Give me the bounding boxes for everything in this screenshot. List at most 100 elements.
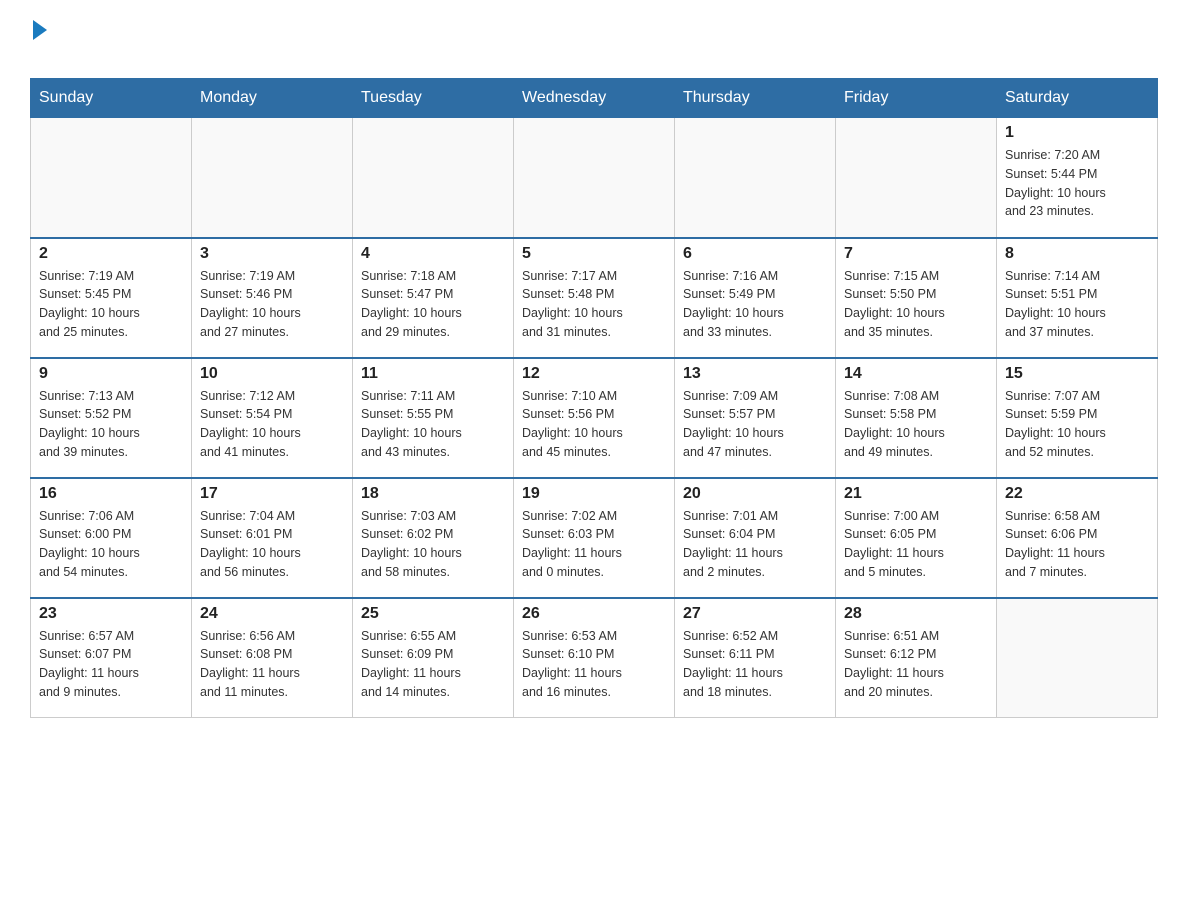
calendar-cell: 28 Sunrise: 6:51 AMSunset: 6:12 PMDayligh… — [836, 598, 997, 718]
calendar-cell: 4 Sunrise: 7:18 AMSunset: 5:47 PMDaylight… — [353, 238, 514, 358]
day-info: Sunrise: 6:58 AMSunset: 6:06 PMDaylight:… — [1005, 507, 1149, 582]
day-info: Sunrise: 7:08 AMSunset: 5:58 PMDaylight:… — [844, 387, 988, 462]
calendar-cell: 2 Sunrise: 7:19 AMSunset: 5:45 PMDaylight… — [31, 238, 192, 358]
day-number: 17 — [200, 485, 344, 503]
calendar-cell — [353, 118, 514, 238]
day-number: 22 — [1005, 485, 1149, 503]
calendar-cell: 11Sunrise: 7:11 AMSunset: 5:55 PMDayligh… — [353, 358, 514, 478]
calendar-cell: 12 Sunrise: 7:10 AMSunset: 5:56 PMDayligh… — [514, 358, 675, 478]
day-info: Sunrise: 7:01 AMSunset: 6:04 PMDaylight:… — [683, 507, 827, 582]
day-info: Sunrise: 7:07 AMSunset: 5:59 PMDaylight:… — [1005, 387, 1149, 462]
day-number: 26 — [522, 605, 666, 623]
weekday-header-row: SundayMondayTuesdayWednesdayThursdayFrid… — [31, 79, 1158, 118]
calendar-cell: 1 Sunrise: 7:20 AMSunset: 5:44 PMDaylight… — [997, 118, 1158, 238]
day-info: Sunrise: 6:52 AMSunset: 6:11 PMDaylight:… — [683, 627, 827, 702]
weekday-header-thursday: Thursday — [675, 79, 836, 118]
day-info: Sunrise: 7:03 AMSunset: 6:02 PMDaylight:… — [361, 507, 505, 582]
day-info: Sunrise: 6:55 AMSunset: 6:09 PMDaylight:… — [361, 627, 505, 702]
day-number: 10 — [200, 365, 344, 383]
day-number: 21 — [844, 485, 988, 503]
day-number: 24 — [200, 605, 344, 623]
day-number: 5 — [522, 245, 666, 263]
weekday-header-wednesday: Wednesday — [514, 79, 675, 118]
day-number: 20 — [683, 485, 827, 503]
day-number: 18 — [361, 485, 505, 503]
calendar-cell: 19 Sunrise: 7:02 AMSunset: 6:03 PMDayligh… — [514, 478, 675, 598]
day-number: 1 — [1005, 124, 1149, 142]
calendar-cell — [836, 118, 997, 238]
weekday-header-friday: Friday — [836, 79, 997, 118]
calendar-cell — [997, 598, 1158, 718]
calendar-cell: 7Sunrise: 7:15 AMSunset: 5:50 PMDaylight… — [836, 238, 997, 358]
calendar-week-row: 16 Sunrise: 7:06 AMSunset: 6:00 PMDayligh… — [31, 478, 1158, 598]
calendar-cell: 13 Sunrise: 7:09 AMSunset: 5:57 PMDayligh… — [675, 358, 836, 478]
day-info: Sunrise: 7:20 AMSunset: 5:44 PMDaylight:… — [1005, 146, 1149, 221]
day-number: 14 — [844, 365, 988, 383]
day-info: Sunrise: 7:19 AMSunset: 5:45 PMDaylight:… — [39, 267, 183, 342]
calendar-cell: 10 Sunrise: 7:12 AMSunset: 5:54 PMDayligh… — [192, 358, 353, 478]
calendar-cell: 23Sunrise: 6:57 AMSunset: 6:07 PMDayligh… — [31, 598, 192, 718]
weekday-header-monday: Monday — [192, 79, 353, 118]
day-info: Sunrise: 6:56 AMSunset: 6:08 PMDaylight:… — [200, 627, 344, 702]
calendar-cell — [192, 118, 353, 238]
day-number: 9 — [39, 365, 183, 383]
day-info: Sunrise: 7:13 AMSunset: 5:52 PMDaylight:… — [39, 387, 183, 462]
logo — [30, 20, 47, 68]
calendar-week-row: 23Sunrise: 6:57 AMSunset: 6:07 PMDayligh… — [31, 598, 1158, 718]
day-number: 4 — [361, 245, 505, 263]
day-number: 28 — [844, 605, 988, 623]
day-info: Sunrise: 7:02 AMSunset: 6:03 PMDaylight:… — [522, 507, 666, 582]
day-info: Sunrise: 7:00 AMSunset: 6:05 PMDaylight:… — [844, 507, 988, 582]
calendar-cell: 25 Sunrise: 6:55 AMSunset: 6:09 PMDayligh… — [353, 598, 514, 718]
calendar-cell: 27 Sunrise: 6:52 AMSunset: 6:11 PMDayligh… — [675, 598, 836, 718]
calendar-cell: 9 Sunrise: 7:13 AMSunset: 5:52 PMDaylight… — [31, 358, 192, 478]
day-info: Sunrise: 7:17 AMSunset: 5:48 PMDaylight:… — [522, 267, 666, 342]
calendar-table: SundayMondayTuesdayWednesdayThursdayFrid… — [30, 78, 1158, 718]
day-info: Sunrise: 6:53 AMSunset: 6:10 PMDaylight:… — [522, 627, 666, 702]
calendar-cell: 8 Sunrise: 7:14 AMSunset: 5:51 PMDaylight… — [997, 238, 1158, 358]
day-info: Sunrise: 7:12 AMSunset: 5:54 PMDaylight:… — [200, 387, 344, 462]
day-info: Sunrise: 7:06 AMSunset: 6:00 PMDaylight:… — [39, 507, 183, 582]
day-info: Sunrise: 7:09 AMSunset: 5:57 PMDaylight:… — [683, 387, 827, 462]
calendar-cell: 21 Sunrise: 7:00 AMSunset: 6:05 PMDayligh… — [836, 478, 997, 598]
calendar-cell: 17 Sunrise: 7:04 AMSunset: 6:01 PMDayligh… — [192, 478, 353, 598]
calendar-week-row: 2 Sunrise: 7:19 AMSunset: 5:45 PMDaylight… — [31, 238, 1158, 358]
weekday-header-sunday: Sunday — [31, 79, 192, 118]
calendar-cell: 24 Sunrise: 6:56 AMSunset: 6:08 PMDayligh… — [192, 598, 353, 718]
calendar-cell: 22 Sunrise: 6:58 AMSunset: 6:06 PMDayligh… — [997, 478, 1158, 598]
calendar-cell: 16 Sunrise: 7:06 AMSunset: 6:00 PMDayligh… — [31, 478, 192, 598]
day-info: Sunrise: 7:15 AMSunset: 5:50 PMDaylight:… — [844, 267, 988, 342]
calendar-cell — [31, 118, 192, 238]
weekday-header-tuesday: Tuesday — [353, 79, 514, 118]
day-number: 23 — [39, 605, 183, 623]
day-info: Sunrise: 7:10 AMSunset: 5:56 PMDaylight:… — [522, 387, 666, 462]
calendar-cell — [514, 118, 675, 238]
day-number: 27 — [683, 605, 827, 623]
calendar-cell: 5 Sunrise: 7:17 AMSunset: 5:48 PMDaylight… — [514, 238, 675, 358]
logo-triangle-icon — [33, 20, 47, 40]
day-number: 11 — [361, 365, 505, 383]
calendar-cell — [675, 118, 836, 238]
day-number: 15 — [1005, 365, 1149, 383]
day-number: 2 — [39, 245, 183, 263]
day-info: Sunrise: 6:51 AMSunset: 6:12 PMDaylight:… — [844, 627, 988, 702]
day-number: 16 — [39, 485, 183, 503]
calendar-cell: 20 Sunrise: 7:01 AMSunset: 6:04 PMDayligh… — [675, 478, 836, 598]
calendar-cell: 6Sunrise: 7:16 AMSunset: 5:49 PMDaylight… — [675, 238, 836, 358]
page-header — [30, 20, 1158, 68]
day-info: Sunrise: 7:04 AMSunset: 6:01 PMDaylight:… — [200, 507, 344, 582]
day-info: Sunrise: 7:16 AMSunset: 5:49 PMDaylight:… — [683, 267, 827, 342]
day-number: 19 — [522, 485, 666, 503]
day-number: 12 — [522, 365, 666, 383]
calendar-week-row: 1 Sunrise: 7:20 AMSunset: 5:44 PMDaylight… — [31, 118, 1158, 238]
day-number: 3 — [200, 245, 344, 263]
day-number: 25 — [361, 605, 505, 623]
calendar-cell: 26 Sunrise: 6:53 AMSunset: 6:10 PMDayligh… — [514, 598, 675, 718]
day-number: 13 — [683, 365, 827, 383]
calendar-cell: 15 Sunrise: 7:07 AMSunset: 5:59 PMDayligh… — [997, 358, 1158, 478]
day-info: Sunrise: 7:14 AMSunset: 5:51 PMDaylight:… — [1005, 267, 1149, 342]
calendar-cell: 14 Sunrise: 7:08 AMSunset: 5:58 PMDayligh… — [836, 358, 997, 478]
day-info: Sunrise: 7:18 AMSunset: 5:47 PMDaylight:… — [361, 267, 505, 342]
calendar-cell: 18 Sunrise: 7:03 AMSunset: 6:02 PMDayligh… — [353, 478, 514, 598]
day-number: 8 — [1005, 245, 1149, 263]
